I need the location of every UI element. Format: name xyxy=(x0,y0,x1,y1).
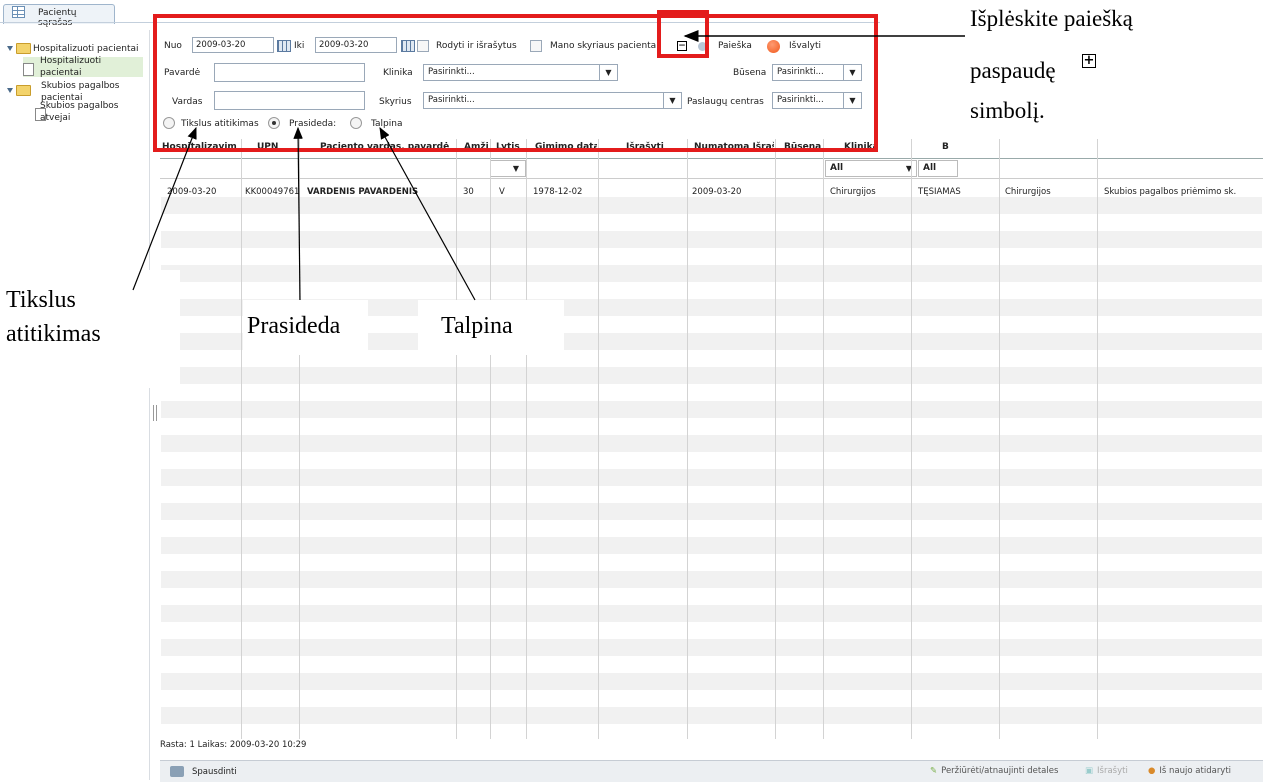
arrow-exact xyxy=(132,126,197,291)
arrow-starts xyxy=(293,126,303,301)
arrow-contains xyxy=(379,126,476,301)
annotation-arrows xyxy=(132,30,965,301)
